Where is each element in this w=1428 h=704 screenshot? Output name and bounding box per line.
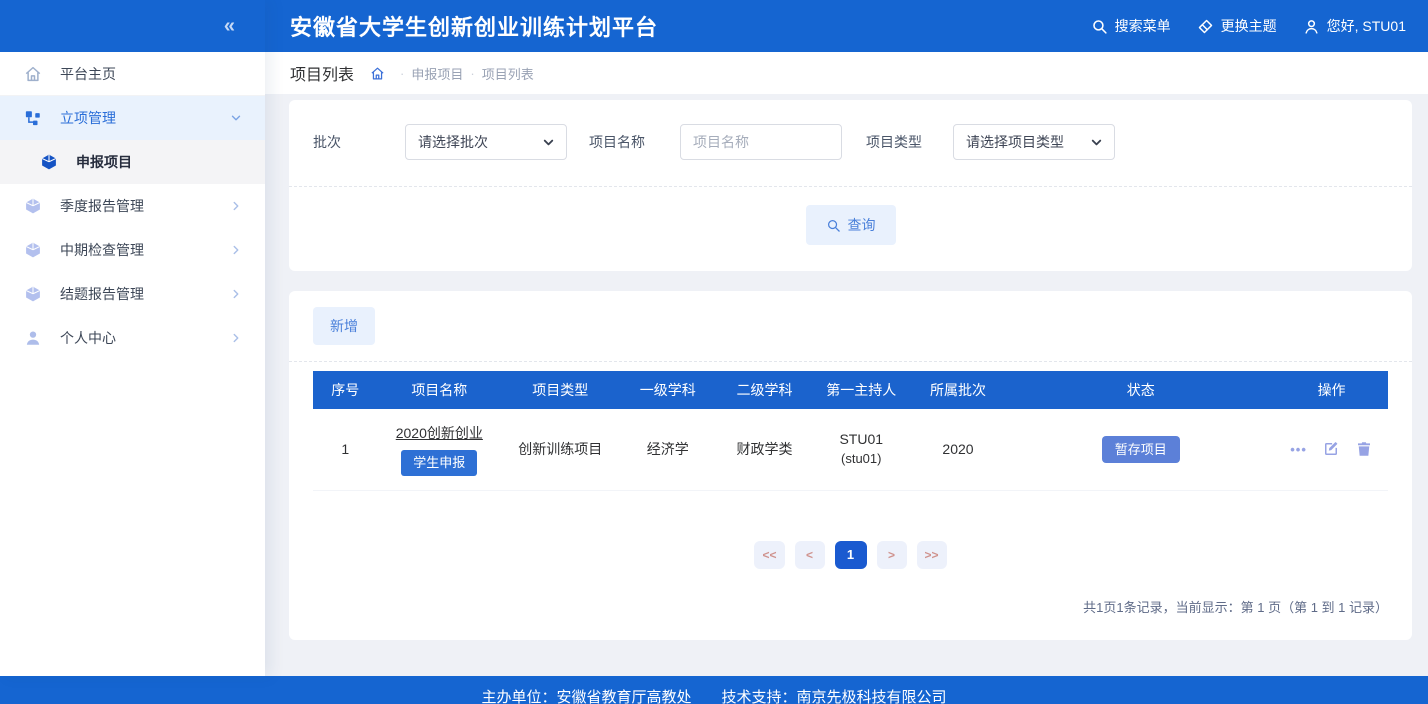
chevron-down-icon <box>541 135 556 150</box>
cell-project-type: 创新训练项目 <box>501 409 620 491</box>
prev-page-button[interactable]: < <box>794 540 825 569</box>
chevron-down-icon <box>229 111 243 125</box>
col-status: 状态 <box>1006 371 1276 409</box>
sidebar-item-label: 个人中心 <box>60 330 116 346</box>
cell-leader: STU01 (stu01) <box>812 409 910 491</box>
apply-type-badge: 学生申报 <box>401 450 478 476</box>
sidebar-item-apply-project[interactable]: 申报项目 <box>0 140 265 184</box>
col-project-type: 项目类型 <box>501 371 620 409</box>
user-greeting: 您好, STU01 <box>1326 18 1406 34</box>
divider <box>289 361 1412 362</box>
cell-batch: 2020 <box>909 409 1007 491</box>
query-button[interactable]: 查询 <box>805 205 896 245</box>
sidebar-collapse-icon[interactable]: « <box>224 16 235 36</box>
table-header-row: 序号 项目名称 项目类型 一级学科 二级学科 第一主持人 所属批次 状态 操作 <box>313 371 1388 409</box>
cell-seq: 1 <box>313 409 378 491</box>
footer: 主办单位：安徽省教育厅高教处 技术支持：南京先极科技有限公司 <box>0 676 1428 704</box>
project-name-link[interactable]: 2020创新创业 <box>396 423 483 443</box>
edit-icon[interactable] <box>1322 440 1340 458</box>
record-summary: 共1页1条记录，当前显示：第 1 页（第 1 到 1 记录） <box>1083 599 1388 615</box>
sitemap-icon <box>24 109 42 127</box>
cell-project-name: 2020创新创业 学生申报 <box>377 409 502 491</box>
sidebar-item-label: 立项管理 <box>60 110 116 126</box>
sidebar: « 平台主页 立项管理 申报项目 季度报告管理 中期检查管理 结题报告管理 个人… <box>0 0 265 676</box>
cell-secondary-discipline: 财政学类 <box>716 409 813 491</box>
project-name-label: 项目名称 <box>589 134 645 150</box>
col-primary-discipline: 一级学科 <box>619 371 717 409</box>
breadcrumb-item: 项目列表 <box>481 66 534 82</box>
breadcrumb-separator: · <box>400 65 405 81</box>
sidebar-item-personal-center[interactable]: 个人中心 <box>0 316 265 360</box>
sidebar-item-label: 季度报告管理 <box>60 198 144 214</box>
page-title: 安徽省大学生创新创业训练计划平台 <box>290 15 659 40</box>
cell-status: 暂存项目 <box>1006 409 1276 491</box>
col-seq: 序号 <box>313 371 378 409</box>
col-batch: 所属批次 <box>909 371 1007 409</box>
col-leader: 第一主持人 <box>812 371 910 409</box>
status-badge: 暂存项目 <box>1101 435 1180 464</box>
add-button[interactable]: 新增 <box>313 307 375 345</box>
search-menu-button[interactable]: 搜索菜单 <box>1091 16 1171 36</box>
filter-panel: 批次 请选择批次 项目名称 项目类型 请选择项目类型 <box>289 100 1412 271</box>
batch-label: 批次 <box>313 134 341 150</box>
main-area: 安徽省大学生创新创业训练计划平台 搜索菜单 更换主题 您好, STU01 项目列… <box>265 0 1428 676</box>
person-icon <box>24 329 42 347</box>
breadcrumb-item[interactable]: 申报项目 <box>411 64 463 83</box>
theme-icon <box>1198 19 1212 33</box>
pagination: << < 1 > >> <box>313 540 1388 569</box>
cell-primary-discipline: 经济学 <box>619 409 717 491</box>
home-icon <box>24 65 42 83</box>
breadcrumb: 项目列表 · 申报项目 · 项目列表 <box>265 52 1428 94</box>
sidebar-item-project-management[interactable]: 立项管理 <box>0 96 265 140</box>
sidebar-item-quarterly-report[interactable]: 季度报告管理 <box>0 184 265 228</box>
cube-icon <box>40 153 58 171</box>
page-number-button[interactable]: 1 <box>834 540 867 569</box>
search-icon <box>827 219 840 232</box>
next-page-button[interactable]: > <box>876 540 907 569</box>
project-name-input[interactable] <box>680 124 842 160</box>
footer-text: 主办单位：安徽省教育厅高教处 技术支持：南京先极科技有限公司 <box>481 689 947 704</box>
sidebar-item-label: 结题报告管理 <box>60 286 144 302</box>
topbar: 安徽省大学生创新创业训练计划平台 搜索菜单 更换主题 您好, STU01 <box>265 0 1428 52</box>
chevron-down-icon <box>1089 135 1104 150</box>
sidebar-item-final-report[interactable]: 结题报告管理 <box>0 272 265 316</box>
last-page-button[interactable]: >> <box>916 540 947 569</box>
project-type-select[interactable]: 请选择项目类型 <box>953 124 1115 160</box>
sidebar-menu: 平台主页 立项管理 申报项目 季度报告管理 中期检查管理 结题报告管理 个人中心 <box>0 52 265 676</box>
cube-icon <box>24 285 42 303</box>
col-project-name: 项目名称 <box>377 371 502 409</box>
search-icon <box>1092 19 1107 34</box>
chevron-right-icon <box>229 287 243 301</box>
cube-icon <box>24 241 42 259</box>
content: 批次 请选择批次 项目名称 项目类型 请选择项目类型 <box>265 94 1428 676</box>
chevron-right-icon <box>229 331 243 345</box>
user-icon <box>1305 19 1318 34</box>
sidebar-item-label: 平台主页 <box>60 65 116 82</box>
delete-icon[interactable] <box>1355 440 1373 458</box>
first-page-button[interactable]: << <box>754 540 785 569</box>
project-table: 序号 项目名称 项目类型 一级学科 二级学科 第一主持人 所属批次 状态 操作 <box>313 371 1388 491</box>
col-actions: 操作 <box>1275 371 1388 409</box>
project-list-panel: 新增 序号 项目名称 项目类型 一级学科 二级学科 第一主持人 所属批次 状态 … <box>289 291 1412 640</box>
col-secondary-discipline: 二级学科 <box>716 371 813 409</box>
change-theme-button[interactable]: 更换主题 <box>1197 16 1277 36</box>
cube-icon <box>24 197 42 215</box>
breadcrumb-separator: · <box>470 65 475 81</box>
chevron-right-icon <box>229 199 243 213</box>
home-icon[interactable] <box>370 66 385 81</box>
sidebar-item-midterm-check[interactable]: 中期检查管理 <box>0 228 265 272</box>
sidebar-item-label: 申报项目 <box>76 154 132 170</box>
breadcrumb-title: 项目列表 <box>290 67 355 84</box>
sidebar-item-label: 中期检查管理 <box>60 242 144 258</box>
table-row: 1 2020创新创业 学生申报 创新训练项目 经济学 财政学类 STU01 (s… <box>313 409 1388 491</box>
sidebar-header: « <box>0 0 265 52</box>
sidebar-item-platform-home[interactable]: 平台主页 <box>0 52 265 96</box>
more-actions-icon[interactable]: ••• <box>1290 442 1307 457</box>
app-root: « 平台主页 立项管理 申报项目 季度报告管理 中期检查管理 结题报告管理 个人… <box>0 0 1428 704</box>
cell-actions: ••• <box>1275 409 1388 491</box>
chevron-right-icon <box>229 243 243 257</box>
user-menu[interactable]: 您好, STU01 <box>1303 16 1406 36</box>
project-type-label: 项目类型 <box>866 134 922 150</box>
batch-select[interactable]: 请选择批次 <box>405 124 567 160</box>
